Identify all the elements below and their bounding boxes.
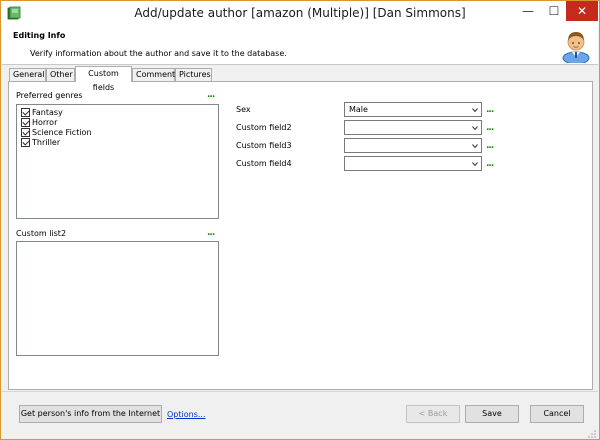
back-button[interactable]: < Back: [406, 405, 460, 423]
genre-label: Science Fiction: [32, 127, 92, 137]
custom-field4-select[interactable]: [344, 156, 482, 171]
custom-field3-select[interactable]: [344, 138, 482, 153]
custom-fields-panel: Preferred genres ... Fantasy Horror Scie…: [8, 81, 593, 390]
options-link[interactable]: Options...: [167, 410, 206, 419]
sex-value: Male: [349, 105, 368, 114]
chevron-down-icon: [472, 126, 478, 131]
custom-field3-more-button[interactable]: ...: [486, 142, 494, 151]
tab-comment[interactable]: Comment: [132, 68, 175, 81]
list-item[interactable]: Science Fiction: [21, 127, 92, 137]
cancel-button[interactable]: Cancel: [530, 405, 584, 423]
genre-label: Thriller: [32, 137, 61, 147]
tab-pictures[interactable]: Pictures: [175, 68, 212, 81]
person-avatar-icon: [562, 32, 590, 63]
list-item[interactable]: Horror: [21, 117, 57, 127]
resize-grip-icon[interactable]: [587, 429, 597, 439]
footer-divider: [2, 391, 598, 392]
chevron-down-icon: [472, 108, 478, 113]
custom-field2-label: Custom field2: [236, 123, 292, 132]
custom-field4-label: Custom field4: [236, 159, 292, 168]
preferred-genres-more-button[interactable]: ...: [207, 91, 215, 100]
close-button[interactable]: ✕: [566, 1, 598, 21]
genre-checkbox-horror[interactable]: [21, 117, 30, 127]
custom-field4-more-button[interactable]: ...: [486, 160, 494, 169]
save-button[interactable]: Save: [465, 405, 519, 423]
tab-other[interactable]: Other: [46, 68, 75, 81]
tab-custom-fields[interactable]: Custom fields: [75, 66, 132, 92]
header-title: Editing Info: [13, 31, 66, 40]
dialog-window: Add/update author [amazon (Multiple)] [D…: [0, 0, 600, 440]
sex-select[interactable]: Male: [344, 102, 482, 117]
sex-more-button[interactable]: ...: [486, 106, 494, 115]
list-item[interactable]: Thriller: [21, 137, 60, 147]
title-bar[interactable]: Add/update author [amazon (Multiple)] [D…: [1, 1, 599, 25]
minimize-button[interactable]: —: [515, 1, 541, 21]
custom-field2-select[interactable]: [344, 120, 482, 135]
genre-label: Fantasy: [32, 107, 63, 117]
get-person-info-button[interactable]: Get person's info from the Internet: [19, 405, 162, 423]
custom-list2-more-button[interactable]: ...: [207, 229, 215, 238]
header-subtitle: Verify information about the author and …: [30, 49, 287, 58]
custom-field2-more-button[interactable]: ...: [486, 124, 494, 133]
preferred-genres-label: Preferred genres: [16, 91, 83, 100]
custom-field3-label: Custom field3: [236, 141, 292, 150]
list-item[interactable]: Fantasy: [21, 107, 63, 117]
chevron-down-icon: [472, 162, 478, 167]
genre-label: Horror: [32, 117, 58, 127]
tab-general[interactable]: General: [9, 68, 46, 81]
genre-checkbox-thriller[interactable]: [21, 137, 30, 147]
maximize-button[interactable]: ☐: [541, 1, 567, 21]
genre-checkbox-fantasy[interactable]: [21, 107, 30, 117]
sex-label: Sex: [236, 105, 251, 114]
custom-list2-list[interactable]: [16, 241, 219, 356]
wizard-header: Editing Info Verify information about th…: [2, 25, 598, 65]
preferred-genres-list[interactable]: Fantasy Horror Science Fiction Thriller: [16, 104, 219, 219]
custom-list2-label: Custom list2: [16, 229, 67, 238]
chevron-down-icon: [472, 144, 478, 149]
genre-checkbox-science-fiction[interactable]: [21, 127, 30, 137]
window-title: Add/update author [amazon (Multiple)] [D…: [134, 6, 466, 20]
